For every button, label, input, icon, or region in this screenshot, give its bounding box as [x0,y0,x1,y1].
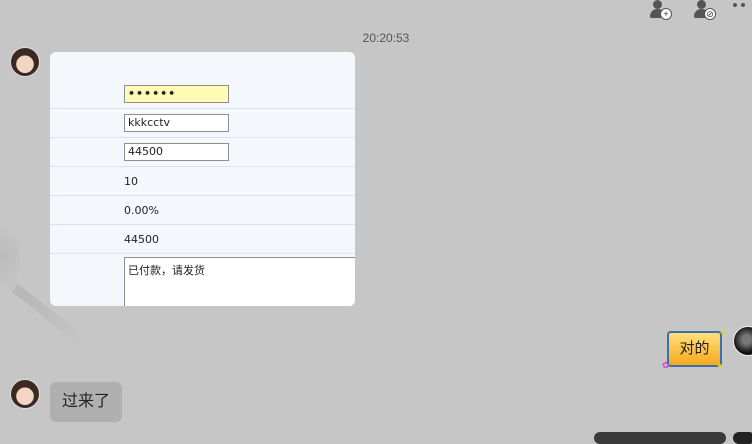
incoming-message-bubble[interactable]: 过来了 [50,382,122,422]
rate-value: 0.00% [124,204,159,217]
note-textarea[interactable]: 已付款，请发货 [124,257,355,306]
more-icon[interactable] [733,0,749,10]
plus-icon: + [660,8,672,20]
form-row-total: 44500 [50,225,355,254]
incoming-message-text: 过来了 [61,393,110,410]
outgoing-message-text: 对的 [679,340,710,357]
sparkle-icon: ✿ [662,360,670,370]
quantity-value: 10 [124,175,138,188]
partial-message-bubble[interactable] [594,432,726,444]
block-contact-icon[interactable]: ⊘ [692,0,716,20]
sparkle-icon: ✦ [719,328,727,338]
password-field[interactable]: •••••• [124,85,229,103]
sparkle-icon: ✦ [716,361,724,371]
message-timestamp: 20:20:53 [362,31,410,45]
form-row-amount: 44500 [50,138,355,167]
add-contact-icon[interactable]: + [648,0,672,20]
message-form-card[interactable]: •••••• kkkcctv 44500 10 0.00% 44500 已付款，… [50,52,355,306]
account-field[interactable]: kkkcctv [124,114,229,132]
total-value: 44500 [124,233,159,246]
form-row-rate: 0.00% [50,196,355,225]
form-row-account: kkkcctv [50,109,355,138]
contact-avatar[interactable] [10,379,40,409]
partial-avatar[interactable] [733,432,752,444]
contact-avatar[interactable] [10,47,40,77]
outgoing-message-bubble[interactable]: 对的 [667,331,722,367]
self-avatar[interactable] [733,326,752,356]
amount-field[interactable]: 44500 [124,143,229,161]
form-row-password: •••••• [50,52,355,109]
block-icon: ⊘ [704,8,716,20]
form-row-quantity: 10 [50,167,355,196]
